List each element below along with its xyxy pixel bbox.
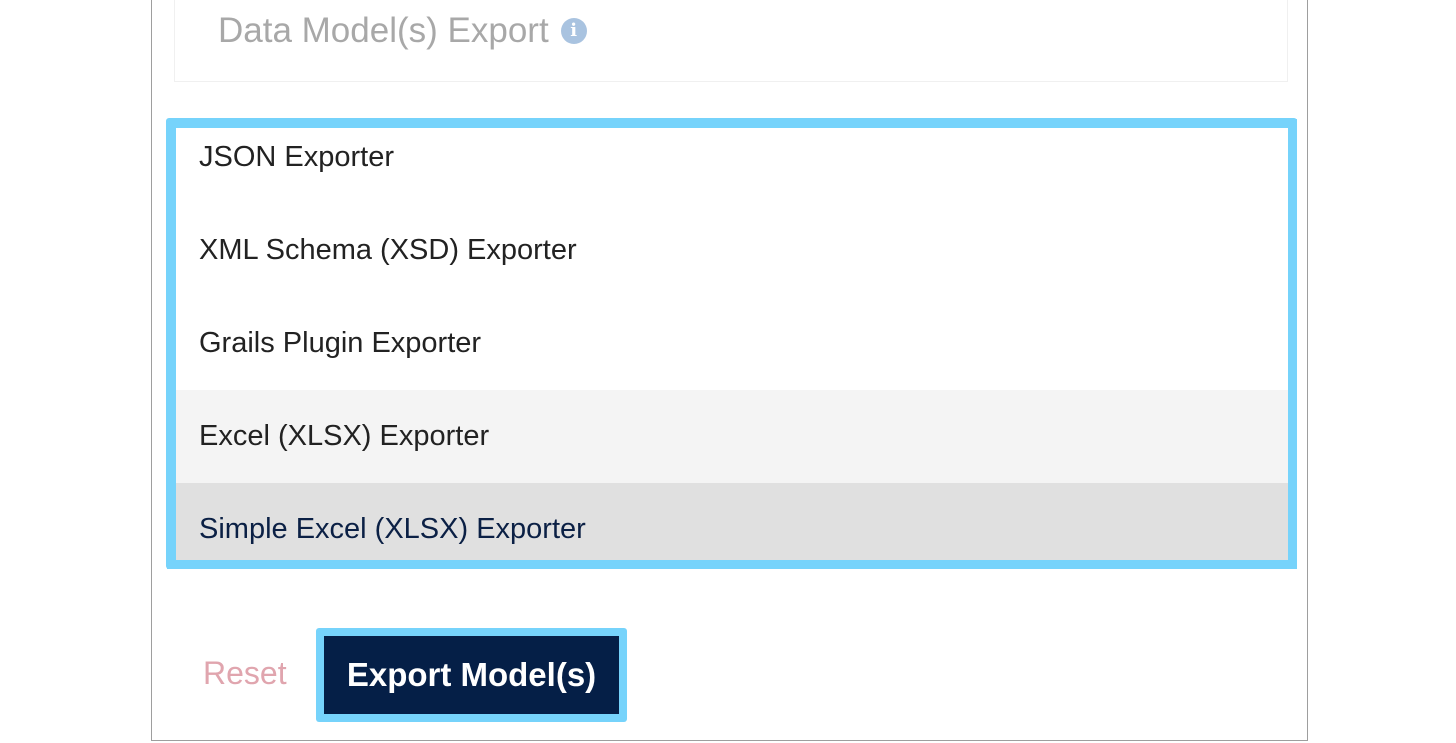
exporter-option-simple-excel[interactable]: Simple Excel (XLSX) Exporter [176,483,1288,560]
exporter-option-label: Simple Excel (XLSX) Exporter [199,513,586,545]
exporter-select-focus-ring: JSON Exporter XML Schema (XSD) Exporter … [166,118,1297,569]
exporter-option-xsd[interactable]: XML Schema (XSD) Exporter [176,204,1288,297]
exporter-option-json[interactable]: JSON Exporter [176,128,1288,204]
export-button-focus-ring: Export Model(s) [316,628,627,722]
exporter-option-label: JSON Exporter [199,141,394,173]
export-models-button[interactable]: Export Model(s) [324,636,619,714]
export-header: Data Model(s) Export i [174,0,1288,82]
page-title: Data Model(s) Export i [218,11,587,51]
exporter-select-list[interactable]: JSON Exporter XML Schema (XSD) Exporter … [167,119,1297,569]
export-panel: Data Model(s) Export i JSON Exporter XML… [151,0,1308,741]
form-actions: Reset Export Model(s) [152,628,1307,722]
page-title-text: Data Model(s) Export [218,11,549,50]
exporter-option-label: Excel (XLSX) Exporter [199,420,490,452]
exporter-option-label: Grails Plugin Exporter [199,327,482,359]
reset-button[interactable]: Reset [203,655,287,692]
exporter-option-excel[interactable]: Excel (XLSX) Exporter [176,390,1288,483]
exporter-option-grails[interactable]: Grails Plugin Exporter [176,297,1288,390]
info-icon[interactable]: i [560,18,587,44]
exporter-option-label: XML Schema (XSD) Exporter [199,234,577,266]
